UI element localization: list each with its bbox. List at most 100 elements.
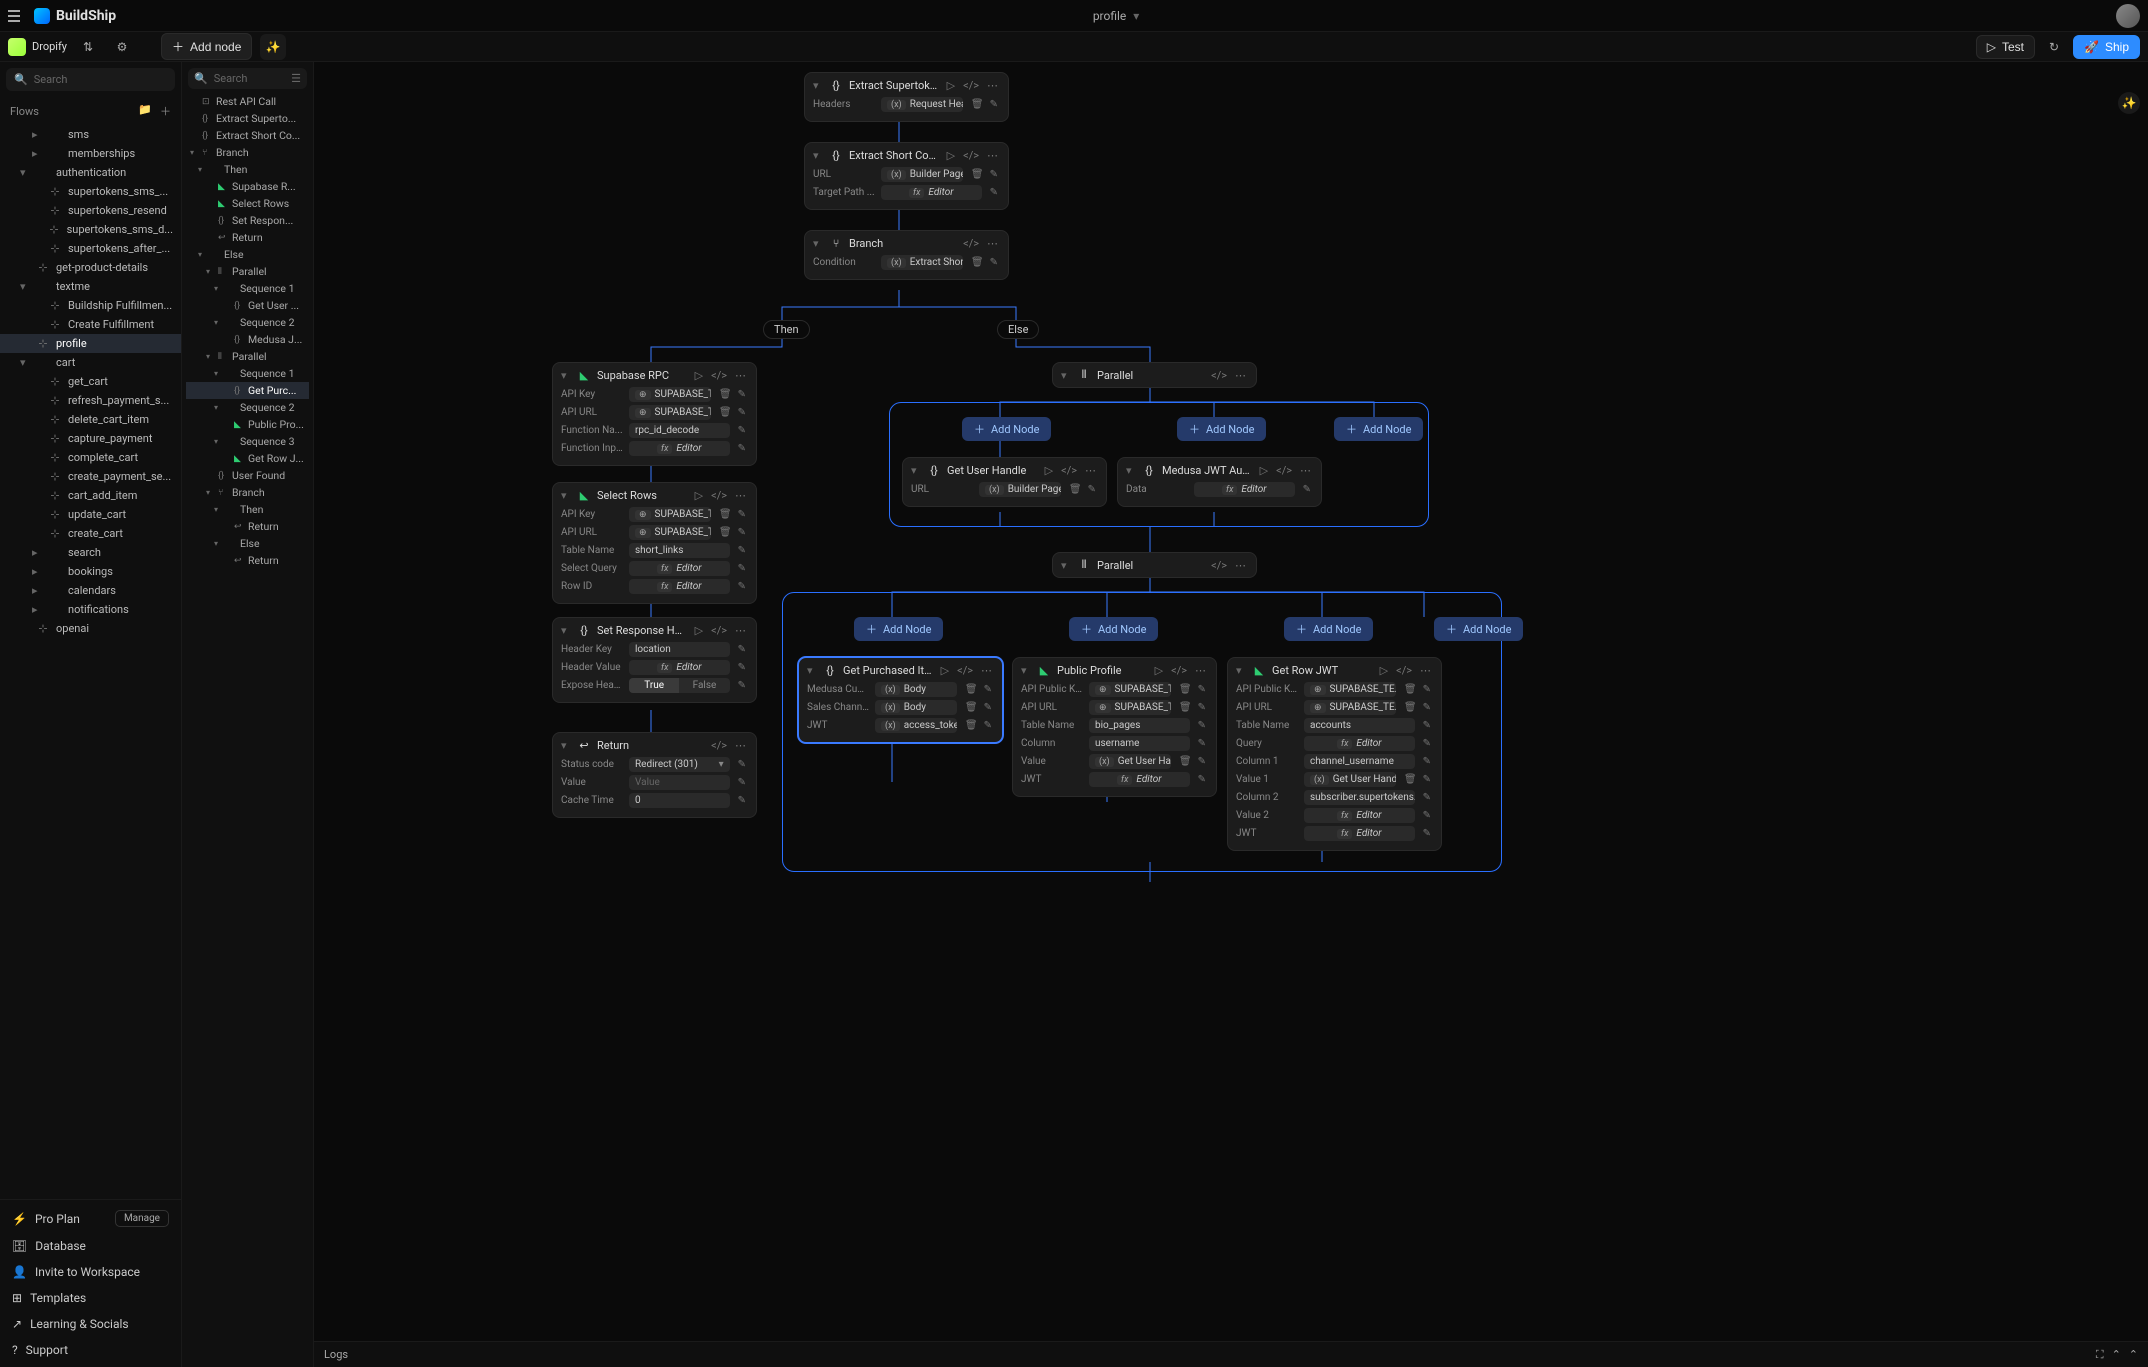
- node-header[interactable]: ▾ ⑂ Branch </> ⋯: [805, 231, 1008, 255]
- trash-icon[interactable]: 🗑: [1402, 773, 1419, 786]
- node-set-response-header[interactable]: ▾ {} Set Response Head... ▷ </> ⋯ Header…: [552, 617, 757, 703]
- sidebar-item[interactable]: ⊹Buildship Fulfillmen...: [0, 296, 181, 315]
- chevron-down-icon[interactable]: ▾: [1021, 664, 1031, 677]
- outline-item[interactable]: {}Medusa J...: [186, 331, 309, 348]
- add-node-button-p1b[interactable]: ＋Add Node: [1177, 417, 1266, 441]
- prop-value[interactable]: 0: [629, 793, 730, 808]
- prop-value[interactable]: fxEditor: [1304, 826, 1415, 841]
- node-header[interactable]: ▾ {} Extract Short Code ▷ </> ⋯: [805, 143, 1008, 167]
- outline-item[interactable]: ◣Get Row J...: [186, 450, 309, 467]
- prop-value[interactable]: rpc_id_decode: [629, 423, 730, 438]
- more-icon[interactable]: ⋯: [1083, 464, 1098, 477]
- chevron-down-icon[interactable]: ▾: [807, 664, 817, 677]
- sidebar-item[interactable]: ⊹get-product-details: [0, 258, 181, 277]
- chevron-down-icon[interactable]: ▾: [813, 149, 823, 162]
- chevron-down-icon[interactable]: ▾: [1061, 369, 1071, 382]
- sidebar-item[interactable]: ▾textme: [0, 277, 181, 296]
- templates-row[interactable]: ⊞Templates: [0, 1285, 181, 1311]
- code-icon[interactable]: </>: [709, 489, 729, 502]
- menu-icon[interactable]: [8, 7, 26, 25]
- trash-icon[interactable]: 🗑: [1402, 701, 1419, 714]
- prop-value[interactable]: username: [1089, 736, 1190, 751]
- more-icon[interactable]: ⋯: [1418, 664, 1433, 677]
- node-supabase-rpc[interactable]: ▾ ◣ Supabase RPC ▷ </> ⋯ API Key ⊕SUPABA…: [552, 362, 757, 466]
- edit-icon[interactable]: ✎: [988, 98, 1000, 111]
- trash-icon[interactable]: 🗑: [717, 508, 734, 521]
- node-header[interactable]: ▾ {} Get User Handle ▷ </> ⋯: [903, 458, 1106, 482]
- edit-icon[interactable]: ✎: [736, 544, 748, 557]
- edit-icon[interactable]: ✎: [736, 679, 748, 692]
- edit-icon[interactable]: ✎: [736, 643, 748, 656]
- play-icon[interactable]: ▷: [693, 369, 705, 382]
- node-extract-short-code[interactable]: ▾ {} Extract Short Code ▷ </> ⋯ URL (x)B…: [804, 142, 1009, 210]
- more-icon[interactable]: ⋯: [1233, 369, 1248, 382]
- outline-item[interactable]: ▾Then: [186, 501, 309, 518]
- prop-value[interactable]: fxEditor: [1304, 736, 1415, 751]
- outline-item[interactable]: ▾Sequence 2: [186, 399, 309, 416]
- add-node-button-p1a[interactable]: ＋Add Node: [962, 417, 1051, 441]
- play-icon[interactable]: ▷: [1043, 464, 1055, 477]
- prop-value[interactable]: fxEditor: [1194, 482, 1295, 497]
- trash-icon[interactable]: 🗑: [717, 388, 734, 401]
- node-parallel-2[interactable]: ▾ ⫴ Parallel </> ⋯: [1052, 552, 1257, 578]
- more-icon[interactable]: ⋯: [733, 489, 748, 502]
- edit-icon[interactable]: ✎: [736, 424, 748, 437]
- prop-value[interactable]: (x)Body: [875, 682, 957, 697]
- edit-icon[interactable]: ✎: [988, 256, 1000, 269]
- prop-value[interactable]: (x)Body: [875, 700, 957, 715]
- prop-value[interactable]: accounts: [1304, 718, 1415, 733]
- chevron-down-icon[interactable]: ▾: [1061, 559, 1071, 572]
- breadcrumb[interactable]: profile ▾: [116, 9, 2116, 23]
- sidebar-item[interactable]: ⊹complete_cart: [0, 448, 181, 467]
- edit-icon[interactable]: ✎: [1196, 701, 1208, 714]
- add-node-button-p2d[interactable]: ＋Add Node: [1434, 617, 1523, 641]
- prop-value[interactable]: channel_username: [1304, 754, 1415, 769]
- outline-item[interactable]: ▾⑂Branch: [186, 144, 309, 161]
- node-header[interactable]: ▾ ◣ Get Row JWT ▷ </> ⋯: [1228, 658, 1441, 682]
- outline-item[interactable]: ↩Return: [186, 229, 309, 246]
- outline-item[interactable]: ▾Sequence 1: [186, 365, 309, 382]
- avatar[interactable]: [2116, 4, 2140, 28]
- search-input[interactable]: 🔍 Search: [6, 68, 175, 91]
- more-icon[interactable]: ⋯: [733, 739, 748, 752]
- node-public-profile[interactable]: ▾ ◣ Public Profile ▷ </> ⋯ API Public Ke…: [1012, 657, 1217, 797]
- outline-item[interactable]: ▾Else: [186, 246, 309, 263]
- outline-item[interactable]: ▾Sequence 3: [186, 433, 309, 450]
- node-parallel-1[interactable]: ▾ ⫴ Parallel </> ⋯: [1052, 362, 1257, 388]
- node-header[interactable]: ▾ {} Extract Supertoken... ▷ </> ⋯: [805, 73, 1008, 97]
- sidebar-item[interactable]: ⊹Create Fulfillment: [0, 315, 181, 334]
- filter-icon[interactable]: ☰: [291, 72, 301, 85]
- more-icon[interactable]: ⋯: [1298, 464, 1313, 477]
- node-return[interactable]: ▾ ↩ Return </> ⋯ Status code Redirect (3…: [552, 732, 757, 818]
- node-header[interactable]: ▾ ◣ Public Profile ▷ </> ⋯: [1013, 658, 1216, 682]
- manage-button[interactable]: Manage: [115, 1210, 169, 1227]
- edit-icon[interactable]: ✎: [1196, 737, 1208, 750]
- outline-item[interactable]: {}Get Purc...: [186, 382, 309, 399]
- magic-wand-icon[interactable]: ✨: [260, 34, 286, 60]
- sidebar-item[interactable]: ⊹supertokens_resend: [0, 201, 181, 220]
- code-icon[interactable]: </>: [961, 149, 981, 162]
- play-icon[interactable]: ▷: [1153, 664, 1165, 677]
- edit-icon[interactable]: ✎: [1421, 791, 1433, 804]
- sidebar-item[interactable]: ▸memberships: [0, 144, 181, 163]
- code-icon[interactable]: </>: [961, 237, 981, 250]
- prop-value[interactable]: location: [629, 642, 730, 657]
- edit-icon[interactable]: ✎: [982, 719, 994, 732]
- node-get-row-jwt[interactable]: ▾ ◣ Get Row JWT ▷ </> ⋯ API Public Key ⊕…: [1227, 657, 1442, 851]
- trash-icon[interactable]: 🗑: [1402, 683, 1419, 696]
- code-icon[interactable]: </>: [1209, 369, 1229, 382]
- prop-value[interactable]: (x)Builder Page U...: [881, 167, 963, 182]
- outline-search[interactable]: 🔍 Search ☰: [188, 68, 307, 89]
- edit-icon[interactable]: ✎: [1196, 719, 1208, 732]
- trash-icon[interactable]: 🗑: [963, 719, 980, 732]
- trash-icon[interactable]: 🗑: [1177, 683, 1194, 696]
- prop-value[interactable]: ⊕SUPABASE_TE...: [1304, 700, 1396, 715]
- outline-item[interactable]: ◣Public Pro...: [186, 416, 309, 433]
- code-icon[interactable]: </>: [1274, 464, 1294, 477]
- edit-icon[interactable]: ✎: [988, 168, 1000, 181]
- node-header[interactable]: ▾ ◣ Supabase RPC ▷ </> ⋯: [553, 363, 756, 387]
- more-icon[interactable]: ⋯: [979, 664, 994, 677]
- gear-icon[interactable]: ⚙: [109, 34, 135, 60]
- node-header[interactable]: ▾ {} Set Response Head... ▷ </> ⋯: [553, 618, 756, 642]
- node-header[interactable]: ▾ ◣ Select Rows ▷ </> ⋯: [553, 483, 756, 507]
